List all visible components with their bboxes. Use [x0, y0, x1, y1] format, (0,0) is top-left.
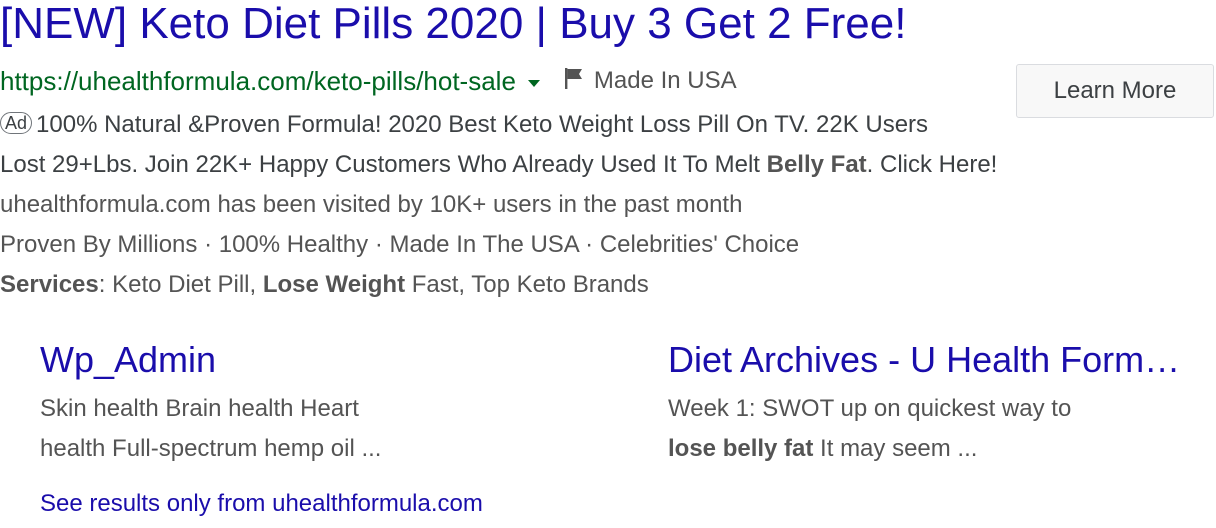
callout-extensions: Proven By Millions · 100% Healthy · Made…	[0, 231, 800, 258]
sitelink-desc-line: health Full-spectrum hemp oil ...	[40, 435, 382, 462]
services-label: Services	[0, 271, 99, 298]
sitelink-title[interactable]: Diet Archives - U Health Form…	[668, 335, 1180, 385]
description-text-1: 100% Natural &Proven Formula! 2020 Best …	[36, 111, 929, 138]
ad-description: Ad 100% Natural &Proven Formula! 2020 Bes…	[0, 105, 1100, 305]
description-text-2b: . Click Here!	[866, 151, 998, 178]
services-text-a: : Keto Diet Pill,	[98, 271, 263, 298]
services-bold-lose-weight: Lose Weight	[262, 271, 406, 298]
sitelink-diet-archives: Diet Archives - U Health Form… Week 1: S…	[668, 335, 1180, 469]
sitelink-title[interactable]: Wp_Admin	[40, 335, 381, 385]
see-results-only-link[interactable]: See results only from uhealthformula.com	[40, 487, 483, 521]
description-text-2a: Lost 29+Lbs. Join 22K+ Happy Customers W…	[0, 151, 767, 178]
ad-badge: Ad	[0, 112, 33, 134]
sitelink-desc-line: Week 1: SWOT up on quickest way to	[668, 395, 1072, 422]
sitelink-desc-rest: It may seem ...	[813, 435, 978, 462]
structured-snippet: Services: Keto Diet Pill, Lose Weight Fa…	[0, 265, 1100, 305]
sitelink-description: Skin health Brain health Heart health Fu…	[40, 389, 381, 469]
sitelink-desc-line: lose belly fat It may seem ...	[668, 429, 1180, 469]
sitelink-desc-line: Skin health Brain health Heart	[40, 395, 359, 422]
sitelink-wp-admin: Wp_Admin Skin health Brain health Heart …	[40, 335, 381, 469]
flag-icon	[564, 68, 582, 89]
sitelink-bold-text: lose belly fat	[668, 435, 814, 462]
description-line-2: Lost 29+Lbs. Join 22K+ Happy Customers W…	[0, 145, 1100, 185]
visited-info: uhealthformula.com has been visited by 1…	[0, 191, 743, 218]
chevron-down-icon[interactable]	[527, 79, 540, 87]
services-text-b: Fast, Top Keto Brands	[405, 271, 649, 298]
made-in-usa-label: Made In USA	[593, 67, 737, 94]
ad-title-link[interactable]: [NEW] Keto Diet Pills 2020 | Buy 3 Get 2…	[0, 0, 906, 54]
sitelink-description: Week 1: SWOT up on quickest way to lose …	[668, 389, 1180, 469]
description-bold-belly-fat: Belly Fat	[766, 151, 867, 178]
description-line-1: Ad 100% Natural &Proven Formula! 2020 Bes…	[0, 105, 1100, 145]
ad-url-row: https://uhealthformula.com/keto-pills/ho…	[0, 62, 737, 100]
ad-display-url[interactable]: https://uhealthformula.com/keto-pills/ho…	[0, 66, 516, 97]
